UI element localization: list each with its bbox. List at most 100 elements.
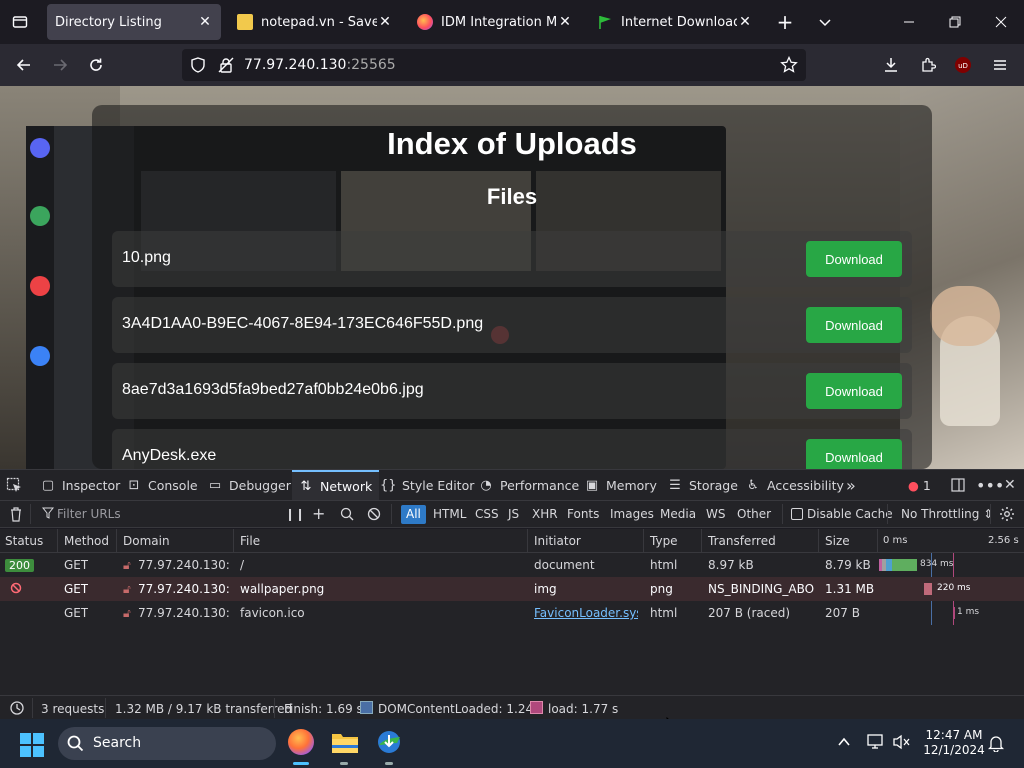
menu-hamburger-icon[interactable] <box>985 50 1015 80</box>
filter-type-ws[interactable]: WS <box>706 507 725 521</box>
show-hidden-icons-chevron-icon[interactable] <box>837 735 851 752</box>
tab-style-editor[interactable]: {} Style Editor <box>380 470 474 500</box>
filter-urls-input[interactable]: Filter URLs <box>57 507 121 521</box>
tab-close-icon[interactable]: ✕ <box>197 14 213 30</box>
tab-label: Inspector <box>62 477 121 493</box>
tab-notepad[interactable]: notepad.vn - Save your ✕ <box>229 4 401 40</box>
tab-close-icon[interactable]: ✕ <box>557 14 573 30</box>
filter-type-media[interactable]: Media <box>660 507 696 521</box>
divider <box>105 698 106 718</box>
taskbar-clock[interactable]: 12:47 AM 12/1/2024 <box>920 728 988 758</box>
notification-bell-icon[interactable] <box>987 734 1005 755</box>
error-count-badge[interactable]: ● 1 <box>908 470 931 500</box>
tracking-protection-shield-icon[interactable] <box>190 57 206 76</box>
download-button[interactable]: Download <box>806 373 902 409</box>
col-domain[interactable]: Domain <box>123 534 170 548</box>
filter-type-js[interactable]: JS <box>508 507 519 521</box>
url-bar[interactable]: 77.97.240.130:25565 <box>182 49 806 81</box>
divider <box>990 504 991 524</box>
reload-button[interactable] <box>81 50 111 80</box>
tab-internet-download-manager[interactable]: Internet Download Ma ✕ <box>589 4 761 40</box>
devtools-menu-icon[interactable]: ••• <box>976 470 1004 500</box>
col-type[interactable]: Type <box>650 534 678 548</box>
ublock-extension-icon[interactable]: uD <box>948 50 978 80</box>
cell-size: 207 B <box>825 606 860 620</box>
col-transferred[interactable]: Transferred <box>708 534 776 548</box>
tab-accessibility[interactable]: ♿ Accessibility <box>745 470 844 500</box>
col-status[interactable]: Status <box>5 534 43 548</box>
pick-element-icon[interactable] <box>6 470 22 500</box>
filter-type-css[interactable]: CSS <box>475 507 499 521</box>
list-all-tabs-button[interactable] <box>802 0 848 44</box>
tab-storage[interactable]: ☰ Storage <box>667 470 738 500</box>
volume-muted-icon[interactable] <box>893 734 911 753</box>
table-row[interactable]: GET 🔓︎ 77.97.240.130:2... favicon.ico Fa… <box>0 601 1024 625</box>
cell-size: 8.79 kB <box>825 558 871 572</box>
add-request-icon[interactable]: + <box>312 504 325 523</box>
throttling-select[interactable]: No Throttling ⇕ <box>901 507 993 521</box>
disable-cache-checkbox[interactable] <box>791 508 803 520</box>
extensions-button[interactable] <box>913 50 943 80</box>
filter-type-fonts[interactable]: Fonts <box>567 507 599 521</box>
pause-icon[interactable]: ❙❙ <box>285 507 305 521</box>
filter-type-html[interactable]: HTML <box>433 507 466 521</box>
internet-download-manager-icon[interactable] <box>376 729 402 758</box>
filter-type-images[interactable]: Images <box>610 507 654 521</box>
tab-network[interactable]: ⇅ Network <box>292 470 380 500</box>
cell-method: GET <box>64 582 89 596</box>
firefox-view-icon[interactable] <box>5 7 35 37</box>
filter-type-all[interactable]: All <box>401 505 426 524</box>
filter-type-other[interactable]: Other <box>737 507 771 521</box>
tab-close-icon[interactable]: ✕ <box>737 14 753 30</box>
dock-side-icon[interactable] <box>950 470 966 500</box>
close-devtools-icon[interactable]: ✕ <box>1004 470 1016 500</box>
clear-trash-icon[interactable] <box>9 506 23 525</box>
network-icon[interactable] <box>867 734 885 753</box>
tab-label: Network <box>320 478 373 494</box>
search-placeholder: Search <box>93 735 142 751</box>
restore-button[interactable] <box>932 0 978 44</box>
download-button[interactable]: Download <box>806 241 902 277</box>
performance-icon: ◔ <box>480 477 492 493</box>
forward-button[interactable] <box>45 50 75 80</box>
tab-title: IDM Integration Modul <box>441 14 557 30</box>
running-app-indicator <box>340 762 348 765</box>
col-initiator[interactable]: Initiator <box>534 534 581 548</box>
firefox-taskbar-icon[interactable] <box>288 729 314 755</box>
tab-inspector[interactable]: ▢ Inspector <box>40 470 120 500</box>
back-button[interactable] <box>9 50 39 80</box>
windows-start-icon[interactable] <box>20 733 44 760</box>
cell-type: html <box>650 558 678 572</box>
taskbar-search-box[interactable]: Search <box>58 727 276 760</box>
network-settings-gear-icon[interactable] <box>999 506 1015 525</box>
tab-directory-listing[interactable]: Directory Listing ✕ <box>47 4 221 40</box>
block-url-icon[interactable] <box>367 507 381 524</box>
download-button[interactable]: Download <box>806 307 902 343</box>
tab-console[interactable]: ⊡ Console <box>126 470 198 500</box>
close-window-button[interactable] <box>978 0 1024 44</box>
filter-type-xhr[interactable]: XHR <box>532 507 558 521</box>
file-explorer-icon[interactable] <box>332 731 358 756</box>
bookmark-star-icon[interactable] <box>780 55 798 77</box>
download-button[interactable]: Download <box>806 439 902 469</box>
table-row[interactable]: GET 🔓︎ 77.97.240.130:2... wallpaper.png … <box>0 577 1024 601</box>
tab-debugger[interactable]: ▭ Debugger <box>207 470 291 500</box>
col-size[interactable]: Size <box>825 534 850 548</box>
table-row[interactable]: 200 GET 🔓︎ 77.97.240.130:2... / document… <box>0 553 1024 577</box>
not-secure-lock-icon[interactable] <box>218 57 234 76</box>
dom-content-loaded-swatch <box>360 701 373 714</box>
performance-analysis-icon[interactable] <box>9 700 25 719</box>
divider <box>32 698 33 718</box>
tab-memory[interactable]: ▣ Memory <box>584 470 657 500</box>
tab-idm-integration[interactable]: IDM Integration Modul ✕ <box>409 4 581 40</box>
initiator-link[interactable]: FaviconLoader.sys.... <box>534 606 638 620</box>
col-method[interactable]: Method <box>64 534 109 548</box>
minimize-button[interactable] <box>886 0 932 44</box>
error-count: 1 <box>922 477 931 493</box>
tab-performance[interactable]: ◔ Performance <box>478 470 579 500</box>
col-file[interactable]: File <box>240 534 260 548</box>
downloads-button[interactable] <box>876 50 906 80</box>
tab-close-icon[interactable]: ✕ <box>377 14 393 30</box>
more-tabs-chevron-icon[interactable]: » <box>846 470 856 500</box>
search-icon[interactable] <box>340 507 354 524</box>
